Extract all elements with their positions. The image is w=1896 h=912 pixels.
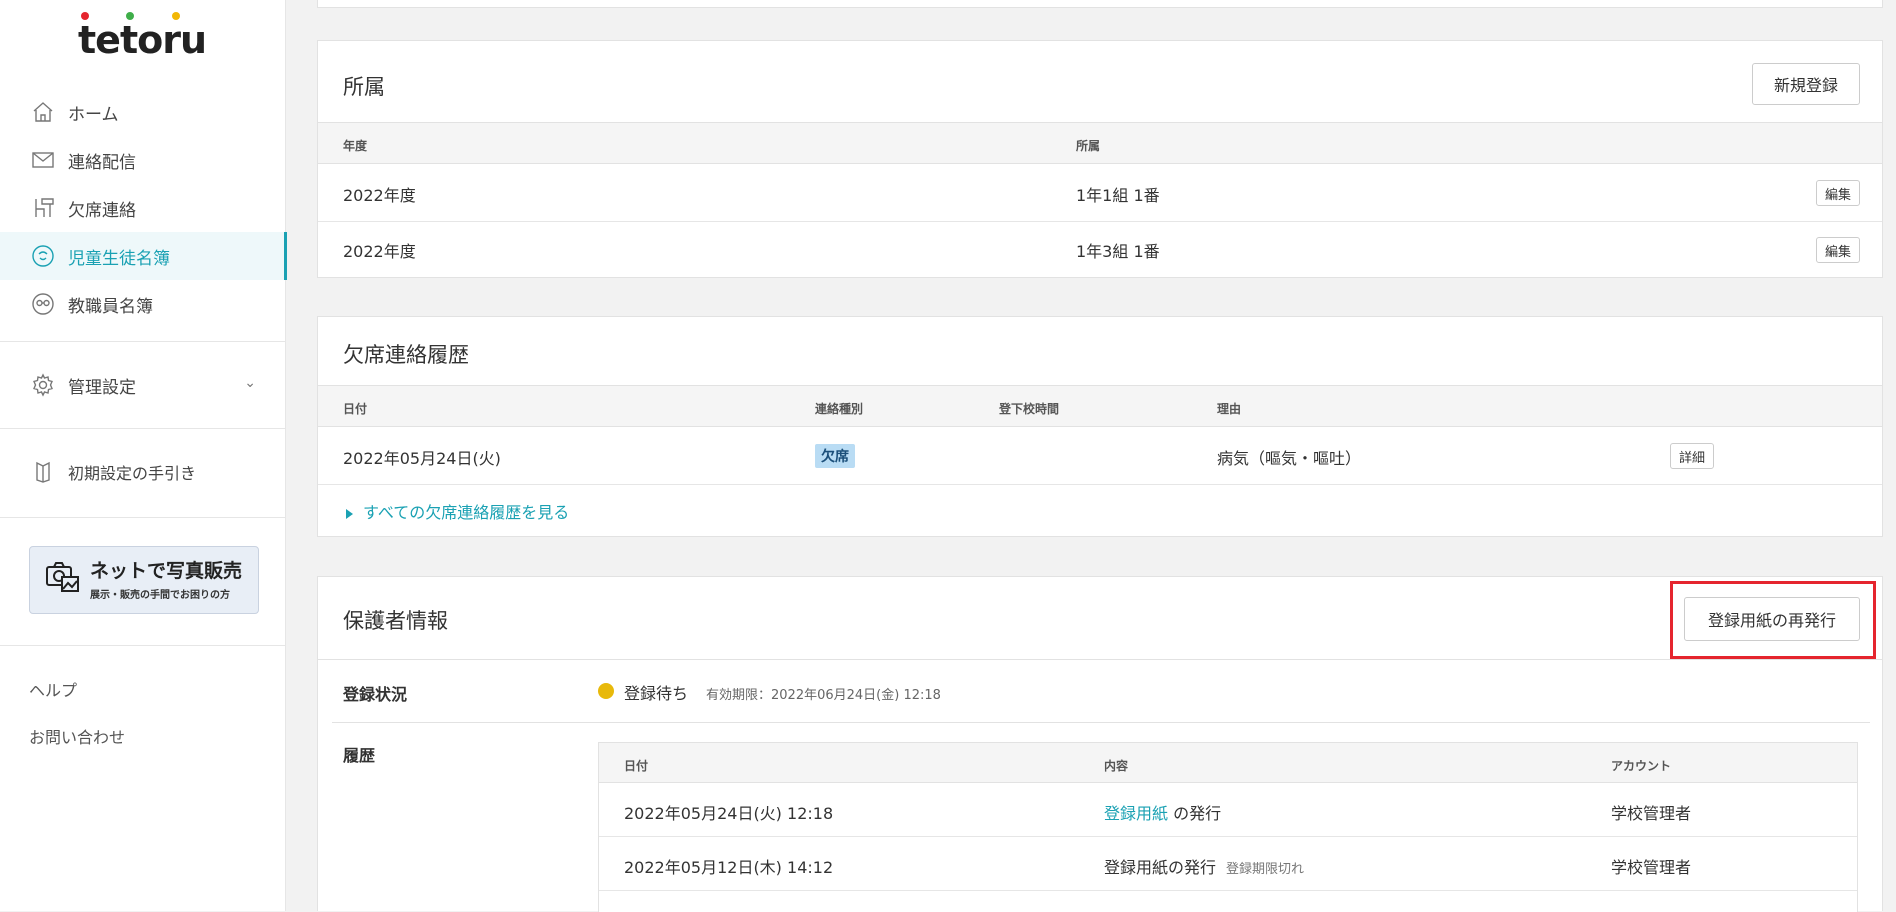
column-header-reason: 理由: [1217, 402, 1242, 416]
nav-item-teachers[interactable]: 教職員名簿: [0, 280, 286, 328]
logo-text: tetoru: [78, 18, 207, 62]
table-row: 2022年度 1年3組 1番 編集: [318, 222, 1882, 278]
registration-expiry: 有効期限：2022年06月24日(金) 12:18: [706, 688, 941, 703]
detail-button[interactable]: 詳細: [1670, 443, 1715, 469]
nav-label: ホーム: [68, 104, 119, 125]
edit-button[interactable]: 編集: [1815, 180, 1860, 206]
nav-label: 児童生徒名簿: [68, 248, 170, 269]
history-account: 学校管理者: [1611, 804, 1692, 823]
triangle-right-icon: [346, 508, 353, 519]
absence-history-card: 欠席連絡履歴 日付 連絡種別 登下校時間 理由 2022年05月24日(火) 欠…: [317, 316, 1883, 537]
contact-link[interactable]: お問い合わせ: [29, 724, 125, 748]
row-year: 2022年度: [343, 242, 416, 261]
mail-icon: [30, 147, 56, 173]
column-header-date: 日付: [624, 759, 649, 773]
column-header-account: アカウント: [1611, 759, 1672, 773]
previous-card-edge: [317, 0, 1883, 8]
column-header-time: 登下校時間: [999, 402, 1060, 416]
camera-photo-icon: [44, 559, 82, 601]
sidebar-divider: [0, 341, 286, 342]
status-dot: [598, 683, 614, 699]
book-icon: [30, 459, 56, 485]
nav-label: 欠席連絡: [68, 200, 136, 221]
gear-icon: [30, 372, 56, 398]
main-nav: ホーム 連絡配信 欠席連絡 児童生徒名簿 教職員名簿: [0, 88, 287, 328]
teacher-icon: [30, 291, 56, 317]
nav-item-home[interactable]: ホーム: [0, 88, 286, 136]
sidebar-divider: [0, 645, 286, 646]
desk-chair-icon: [30, 195, 56, 221]
history-table: 日付 内容 アカウント 2022年05月24日(火) 12:18 登録用紙 の発…: [598, 742, 1858, 912]
expired-note: 登録期限切れ: [1226, 862, 1305, 877]
all-absence-history-label: すべての欠席連絡履歴を見る: [363, 503, 570, 522]
student-icon: [30, 243, 56, 269]
affiliation-title: 所属: [343, 75, 385, 99]
all-absence-history-link[interactable]: すべての欠席連絡履歴を見る: [346, 499, 569, 523]
divider: [332, 722, 1870, 723]
banner-subtitle: 展示・販売の手間でお困りの方: [90, 589, 230, 601]
history-content-text: の発行: [1173, 804, 1222, 823]
row-date: 2022年05月24日(火): [343, 449, 501, 468]
chevron-down-icon[interactable]: ⌄: [244, 375, 256, 391]
registration-status-label: 登録状況: [343, 685, 408, 704]
affiliation-card: 所属 新規登録 年度 所属 2022年度 1年1組 1番 編集 2022年度 1…: [317, 40, 1883, 278]
column-header-type: 連絡種別: [815, 402, 864, 416]
nav-label: 初期設定の手引き: [68, 464, 197, 483]
column-header-affiliation: 所属: [1076, 139, 1101, 153]
guide-section: 初期設定の手引き: [0, 448, 286, 496]
nav-item-setup-guide[interactable]: 初期設定の手引き: [0, 448, 286, 496]
nav-item-management[interactable]: 管理設定 ⌄: [0, 361, 286, 409]
history-content: 登録用紙の発行 登録期限切れ: [1104, 854, 1304, 878]
nav-item-messages[interactable]: 連絡配信: [0, 136, 286, 184]
history-label: 履歴: [343, 746, 376, 765]
nav-item-absence[interactable]: 欠席連絡: [0, 184, 286, 232]
registration-form-link[interactable]: 登録用紙: [1104, 804, 1168, 823]
sidebar-divider: [0, 517, 286, 518]
home-icon: [30, 99, 56, 125]
absence-table-header: 日付 連絡種別 登下校時間 理由: [318, 385, 1882, 427]
registration-status-value: 登録待ち: [624, 684, 689, 703]
nav-label: 管理設定: [68, 377, 136, 398]
table-row: 2022年度 1年1組 1番 編集: [318, 164, 1882, 222]
history-content: 登録用紙 の発行: [1104, 800, 1221, 824]
nav-label: 教職員名簿: [68, 296, 153, 317]
affiliation-table-header: 年度 所属: [318, 122, 1882, 164]
table-row: 2022年05月12日(木) 14:12 登録用紙の発行 登録期限切れ 学校管理者: [599, 837, 1857, 891]
photo-sales-banner[interactable]: ネットで写真販売 展示・販売の手間でお困りの方: [29, 546, 259, 614]
row-affiliation: 1年1組 1番: [1076, 186, 1160, 205]
guardian-info-title: 保護者情報: [343, 609, 448, 633]
absence-type-badge: 欠席: [815, 444, 855, 468]
table-row: 2022年05月24日(火) 12:18 登録用紙 の発行 学校管理者: [599, 783, 1857, 837]
column-header-year: 年度: [343, 139, 368, 153]
history-content-text: 登録用紙の発行: [1104, 858, 1217, 877]
nav-label: 連絡配信: [68, 152, 136, 173]
row-affiliation: 1年3組 1番: [1076, 242, 1160, 261]
tetoru-logo[interactable]: tetoru: [78, 12, 210, 62]
highlight-box: [1670, 581, 1876, 659]
help-link[interactable]: ヘルプ: [29, 677, 77, 701]
nav-item-students[interactable]: 児童生徒名簿: [0, 232, 287, 280]
guardian-info-card: 保護者情報 登録用紙の再発行 登録状況 登録待ち 有効期限：2022年06月24…: [317, 576, 1883, 912]
column-header-content: 内容: [1104, 759, 1129, 773]
history-account: 学校管理者: [1611, 858, 1692, 877]
row-reason: 病気（嘔気・嘔吐）: [1217, 449, 1362, 468]
sidebar: tetoru ホーム 連絡配信 欠席連絡 児童生徒名簿 教職員名簿 管理設定 ⌄…: [0, 0, 287, 911]
history-table-header: 日付 内容 アカウント: [599, 743, 1857, 783]
table-row: 2022年05月24日(火) 欠席 病気（嘔気・嘔吐） 詳細: [318, 427, 1882, 485]
divider: [318, 659, 1882, 660]
row-year: 2022年度: [343, 186, 416, 205]
column-header-date: 日付: [343, 402, 368, 416]
sidebar-divider: [0, 428, 286, 429]
absence-history-title: 欠席連絡履歴: [343, 343, 469, 367]
banner-title: ネットで写真販売: [90, 559, 243, 582]
history-date: 2022年05月12日(木) 14:12: [624, 858, 834, 877]
edit-button[interactable]: 編集: [1815, 237, 1860, 263]
new-registration-button[interactable]: 新規登録: [1752, 63, 1860, 105]
management-section: 管理設定 ⌄: [0, 361, 286, 409]
history-date: 2022年05月24日(火) 12:18: [624, 804, 834, 823]
